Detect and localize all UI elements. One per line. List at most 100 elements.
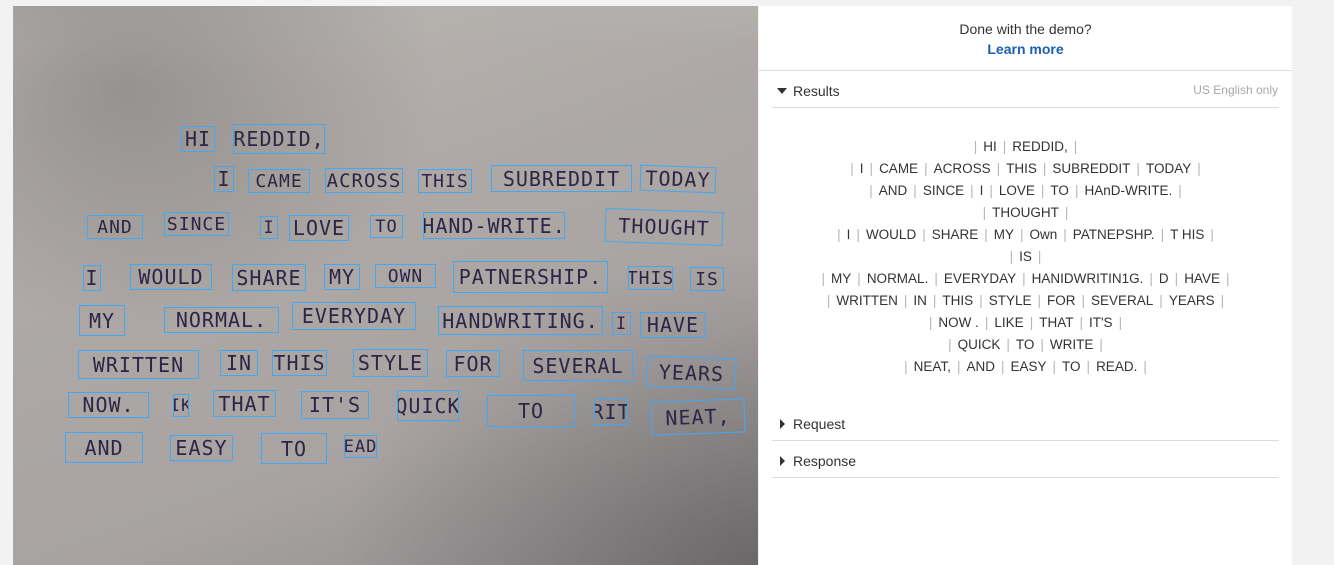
- ocr-word-box: NORMAL.: [164, 307, 279, 333]
- ocr-word-box: EASY: [170, 435, 233, 461]
- ocr-word-box: READ.: [344, 435, 377, 458]
- ocr-word-box: OWN: [375, 264, 436, 288]
- ocr-word-box: TO: [487, 395, 575, 427]
- separator: |: [1136, 161, 1140, 176]
- result-token: AND: [966, 359, 995, 374]
- result-token: IS: [1019, 249, 1032, 264]
- ocr-word-box: LIKE: [173, 394, 189, 417]
- request-section-toggle[interactable]: Request: [772, 411, 1279, 441]
- ocr-word-box: I: [83, 265, 101, 291]
- separator: |: [973, 139, 978, 154]
- separator: |: [970, 183, 974, 198]
- caret-right-icon: [780, 419, 785, 429]
- demo-header: Done with the demo? Learn more: [759, 6, 1292, 71]
- ocr-word-box: AND: [87, 215, 143, 239]
- ocr-word-box: IT'S: [301, 391, 369, 419]
- result-token: CAME: [879, 161, 919, 176]
- separator: |: [1079, 315, 1083, 330]
- separator: |: [948, 337, 952, 352]
- result-token: SUBREDDIT: [1052, 161, 1131, 176]
- result-token: D: [1158, 271, 1169, 286]
- result-token: IT'S: [1088, 315, 1113, 330]
- ocr-word-box: TODAY: [639, 164, 717, 194]
- result-token: I: [846, 227, 851, 242]
- ocr-word-box: THIS: [418, 169, 472, 193]
- result-token: TO: [1062, 359, 1081, 374]
- separator: |: [922, 227, 926, 242]
- results-label: Results: [793, 83, 840, 99]
- ocr-word-box: WRITE: [594, 399, 628, 425]
- ocr-word-box: THAT: [213, 390, 276, 417]
- ocr-word-box: TO: [261, 433, 327, 464]
- ocr-word-box: I: [612, 312, 631, 335]
- result-line: | IS |: [772, 246, 1279, 268]
- result-token: STYLE: [988, 293, 1032, 308]
- separator: |: [984, 315, 989, 330]
- separator: |: [1037, 293, 1041, 308]
- result-line: | WRITTEN | IN | THIS | STYLE | FOR | SEVERAL | YEARS…: [772, 290, 1279, 312]
- ocr-word-box: FOR: [446, 350, 500, 377]
- result-token: EASY: [1010, 359, 1047, 374]
- result-token: REDDID,: [1012, 139, 1068, 154]
- result-token: TO: [1050, 183, 1069, 198]
- separator: |: [1160, 227, 1165, 242]
- ocr-word-box: CAME: [248, 169, 310, 193]
- result-token: YEARS: [1168, 293, 1215, 308]
- separator: |: [1022, 271, 1026, 286]
- result-token: PATNEPSHP.: [1072, 227, 1155, 242]
- ocr-word-box: SHARE: [232, 264, 306, 291]
- ocr-word-box: HAVE: [640, 312, 706, 338]
- language-note: US English only: [1193, 83, 1278, 97]
- caret-down-icon: [777, 88, 787, 94]
- result-line: | THOUGHT |: [772, 202, 1279, 224]
- result-token: T HIS: [1170, 227, 1205, 242]
- separator: |: [913, 183, 917, 198]
- separator: |: [1099, 337, 1103, 352]
- separator: |: [1118, 315, 1123, 330]
- separator: |: [1178, 183, 1182, 198]
- separator: |: [1220, 293, 1225, 308]
- result-token: TODAY: [1145, 161, 1192, 176]
- separator: |: [1019, 227, 1024, 242]
- result-token: HANIDWRITIN1G.: [1031, 271, 1144, 286]
- ocr-word-box: STYLE: [353, 349, 428, 377]
- result-token: THIS: [1006, 161, 1037, 176]
- separator: |: [1197, 161, 1201, 176]
- response-section-toggle[interactable]: Response: [772, 448, 1279, 478]
- results-text: | HI | REDDID, | | I | CAME | ACROSS | THIS | SUBREDDI…: [772, 136, 1279, 378]
- ocr-word-box: THOUGHT: [604, 207, 724, 247]
- separator: |: [982, 205, 987, 220]
- result-token: NEAT,: [913, 359, 951, 374]
- result-line: | HI | REDDID, |: [772, 136, 1279, 158]
- separator: |: [850, 161, 854, 176]
- separator: |: [826, 293, 831, 308]
- separator: |: [1002, 139, 1007, 154]
- separator: |: [1074, 183, 1079, 198]
- ocr-word-box: I: [214, 166, 234, 192]
- separator: |: [1037, 249, 1042, 264]
- result-line: | QUICK | TO | WRITE |: [772, 334, 1279, 356]
- separator: |: [1149, 271, 1153, 286]
- separator: |: [1225, 271, 1230, 286]
- separator: |: [1006, 337, 1010, 352]
- separator: |: [856, 227, 860, 242]
- separator: |: [932, 293, 937, 308]
- ocr-word-box: MY: [79, 305, 125, 336]
- result-token: LIKE: [994, 315, 1024, 330]
- document-image: HI REDDID, I CAME ACROSS THIS SUBREDDIT TODAY AN…: [13, 6, 758, 565]
- caret-right-icon: [780, 456, 785, 466]
- ocr-word-box: HI: [181, 126, 215, 152]
- separator: |: [1174, 271, 1179, 286]
- separator: |: [1210, 227, 1214, 242]
- learn-more-link[interactable]: Learn more: [759, 41, 1292, 57]
- result-token: MY: [831, 271, 852, 286]
- page-gutter: [1292, 0, 1334, 565]
- separator: |: [924, 161, 928, 176]
- results-section-toggle[interactable]: Results US English only: [772, 78, 1279, 108]
- result-token: TO: [1015, 337, 1035, 352]
- ocr-word-box: SEVERAL: [523, 350, 633, 381]
- result-token: READ.: [1096, 359, 1138, 374]
- separator: |: [904, 359, 908, 374]
- ocr-word-box: IN: [220, 350, 258, 376]
- separator: |: [1029, 315, 1034, 330]
